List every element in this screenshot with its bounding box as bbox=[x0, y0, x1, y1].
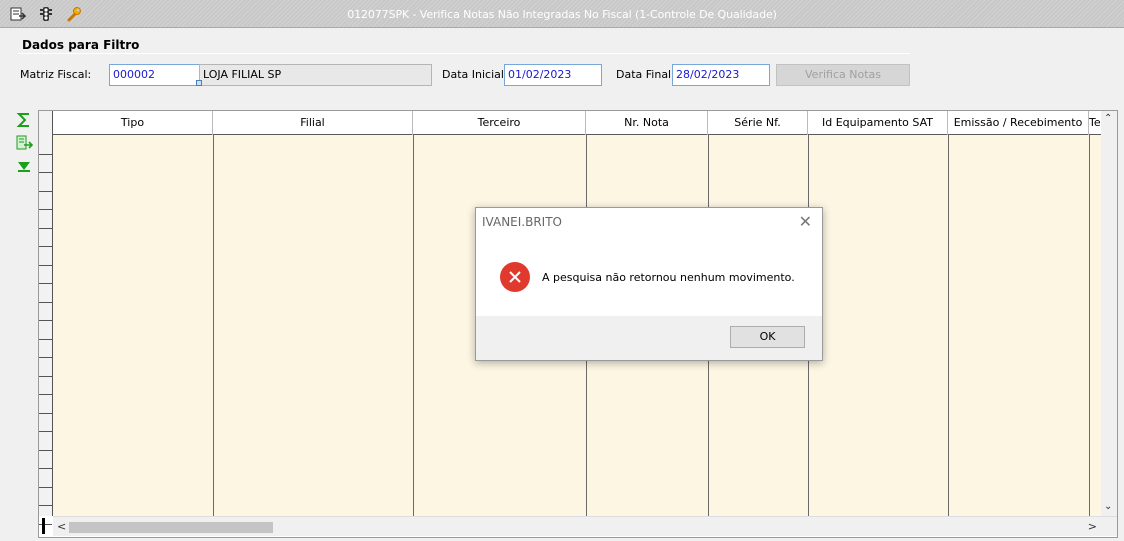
row-tick bbox=[39, 357, 52, 358]
row-tick bbox=[39, 375, 52, 377]
data-inicial-field[interactable]: 01/02/2023 bbox=[504, 64, 602, 86]
sum-icon[interactable] bbox=[16, 112, 34, 128]
scroll-right-icon[interactable]: > bbox=[1088, 520, 1097, 533]
expand-down-icon[interactable] bbox=[16, 158, 34, 174]
row-tick bbox=[39, 264, 52, 266]
row-tick bbox=[39, 227, 52, 229]
column-divider bbox=[413, 135, 414, 516]
row-tick bbox=[39, 449, 52, 451]
row-marker bbox=[42, 518, 45, 534]
dialog-message: A pesquisa não retornou nenhum movimento… bbox=[542, 271, 795, 284]
row-tick bbox=[39, 172, 52, 173]
scroll-left-icon[interactable]: < bbox=[57, 520, 66, 533]
export-arrow-icon[interactable] bbox=[16, 135, 34, 151]
column-header-id-equipamento-sat[interactable]: Id Equipamento SAT bbox=[808, 111, 948, 135]
scroll-down-icon[interactable]: ⌄ bbox=[1104, 501, 1112, 512]
column-header-nr-nota[interactable]: Nr. Nota bbox=[586, 111, 708, 135]
verifica-notas-button[interactable]: Verifica Notas bbox=[776, 64, 910, 86]
row-tick bbox=[39, 468, 52, 469]
row-tick bbox=[39, 209, 52, 210]
row-tick bbox=[39, 505, 52, 506]
column-header-emissao-recebimento[interactable]: Emissão / Recebimento bbox=[948, 111, 1089, 135]
scroll-up-icon[interactable]: ⌃ bbox=[1104, 113, 1112, 124]
error-icon bbox=[500, 262, 530, 292]
column-divider bbox=[1089, 135, 1090, 516]
window-title: 012077SPK - Verifica Notas Não Integrada… bbox=[347, 8, 777, 21]
data-final-field[interactable]: 28/02/2023 bbox=[672, 64, 770, 86]
row-tick bbox=[39, 412, 52, 414]
grid-header: Tipo Filial Terceiro Nr. Nota Série Nf. … bbox=[53, 111, 1101, 135]
matriz-name-field: LOJA FILIAL SP bbox=[199, 64, 432, 86]
column-header-serie-nf[interactable]: Série Nf. bbox=[708, 111, 808, 135]
column-header-filial[interactable]: Filial bbox=[213, 111, 413, 135]
row-tick bbox=[39, 190, 52, 192]
row-tick bbox=[39, 283, 52, 284]
section-divider bbox=[18, 53, 910, 54]
row-tick bbox=[39, 523, 52, 525]
title-bar: 012077SPK - Verifica Notas Não Integrada… bbox=[0, 0, 1124, 28]
data-final-label: Data Final: bbox=[616, 68, 675, 81]
dialog-title: IVANEI.BRITO bbox=[482, 215, 562, 229]
close-icon[interactable]: ✕ bbox=[799, 212, 812, 231]
row-tick bbox=[39, 320, 52, 321]
matriz-code-field[interactable]: 000002 bbox=[109, 64, 201, 86]
filter-section-title: Dados para Filtro bbox=[22, 38, 140, 52]
column-divider bbox=[213, 135, 214, 516]
matriz-fiscal-label: Matriz Fiscal: bbox=[20, 68, 92, 81]
ok-button[interactable]: OK bbox=[730, 326, 805, 348]
column-header-tipo[interactable]: Tipo bbox=[53, 111, 213, 135]
row-tick bbox=[39, 338, 52, 340]
row-tick bbox=[39, 301, 52, 303]
row-tick bbox=[39, 246, 52, 247]
row-indicator-gutter bbox=[39, 111, 53, 525]
vertical-scrollbar[interactable]: ⌃ ⌄ bbox=[1101, 111, 1117, 516]
horizontal-scrollbar[interactable]: < > bbox=[53, 516, 1117, 536]
dialog-footer: OK bbox=[476, 316, 822, 360]
row-tick bbox=[39, 486, 52, 488]
lookup-handle-icon[interactable] bbox=[196, 80, 202, 86]
data-inicial-label: Data Inicial: bbox=[442, 68, 508, 81]
row-tick bbox=[39, 153, 52, 155]
row-tick bbox=[39, 394, 52, 395]
row-tick bbox=[39, 431, 52, 432]
column-header-terceiro[interactable]: Terceiro bbox=[413, 111, 586, 135]
scroll-thumb[interactable] bbox=[69, 522, 273, 533]
message-dialog: IVANEI.BRITO ✕ A pesquisa não retornou n… bbox=[475, 207, 823, 361]
column-divider bbox=[948, 135, 949, 516]
